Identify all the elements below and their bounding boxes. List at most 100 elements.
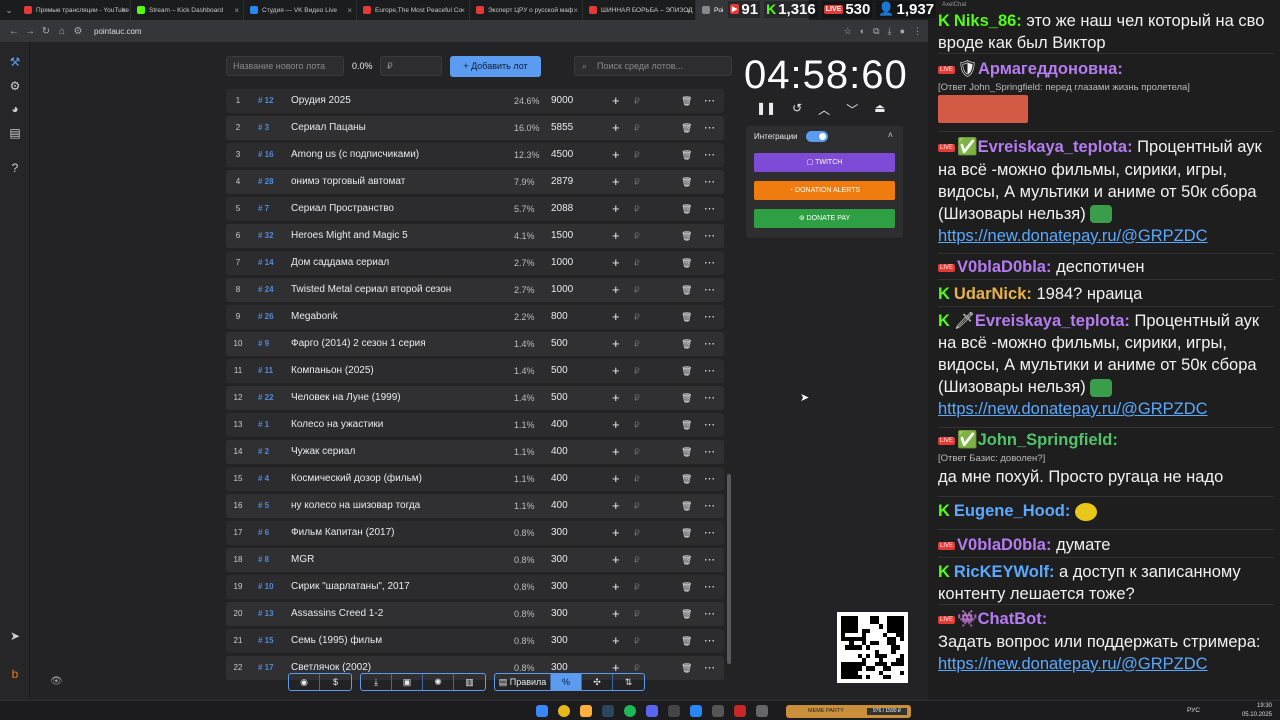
lot-name[interactable]: Космический дозор (фильм)	[291, 467, 496, 491]
profile-icon[interactable]: ●	[900, 26, 905, 37]
lot-name[interactable]: Сериал Пацаны	[291, 116, 496, 140]
amount-input[interactable]: ₽	[634, 305, 640, 329]
lot-row[interactable]: 20 # 13 Assassins Creed 1-2 0.8% 300 + ₽ 🗑 ⋯	[226, 602, 724, 626]
lot-row[interactable]: 18 # 8 MGR 0.8% 300 + ₽ 🗑 ⋯	[226, 548, 724, 572]
amount-input[interactable]: ₽	[634, 116, 640, 140]
rules-button[interactable]: ▤ Правила	[495, 674, 551, 690]
lot-amount[interactable]: 300	[551, 548, 568, 572]
percent-toggle[interactable]: %	[551, 674, 582, 690]
trash-icon[interactable]: 🗑	[681, 629, 692, 653]
eject-icon[interactable]: ⏏	[874, 101, 885, 118]
trash-icon[interactable]: 🗑	[681, 548, 692, 572]
close-icon[interactable]: ×	[460, 6, 465, 15]
amount-input[interactable]: ₽	[634, 521, 640, 545]
browser-tab[interactable]: Прямые трансляции - YouTube ×	[18, 0, 131, 20]
add-amount-icon[interactable]: +	[612, 170, 620, 194]
close-icon[interactable]: ×	[121, 6, 126, 15]
lot-amount[interactable]: 800	[551, 305, 568, 329]
twitch-button[interactable]: ▢ TWITCH	[754, 153, 895, 172]
lot-row[interactable]: 2 # 3 Сериал Пацаны 16.0% 5855 + ₽ 🗑 ⋯	[226, 116, 724, 140]
donate-icon[interactable]: $	[320, 674, 351, 690]
more-icon[interactable]: ⋯	[704, 224, 715, 248]
discord-icon[interactable]	[646, 705, 658, 717]
trash-icon[interactable]: 🗑	[681, 386, 692, 410]
trash-icon[interactable]: 🗑	[681, 656, 692, 680]
add-amount-icon[interactable]: +	[612, 548, 620, 572]
lot-row[interactable]: 6 # 32 Heroes Might and Magic 5 4.1% 1500 + ₽ 🗑…	[226, 224, 724, 248]
trash-icon[interactable]: 🗑	[681, 521, 692, 545]
amount-input[interactable]: ₽	[634, 575, 640, 599]
settings-icon[interactable]: ⚙	[7, 78, 23, 94]
add-amount-icon[interactable]: +	[612, 467, 620, 491]
lot-row[interactable]: 13 # 1 Колесо на ужастики 1.1% 400 + ₽ 🗑 ⋯	[226, 413, 724, 437]
add-amount-icon[interactable]: +	[612, 359, 620, 383]
amount-input[interactable]: ₽	[634, 440, 640, 464]
add-amount-icon[interactable]: +	[612, 116, 620, 140]
amount-input[interactable]: ₽	[634, 494, 640, 518]
help-icon[interactable]: ?	[7, 160, 23, 176]
amount-input[interactable]: ₽	[634, 386, 640, 410]
lot-name[interactable]: Twisted Metal сериал второй сезон	[291, 278, 496, 302]
trash-icon[interactable]: 🗑	[681, 413, 692, 437]
amount-input[interactable]: ₽	[634, 89, 640, 113]
amount-input[interactable]: ₽	[634, 548, 640, 572]
clock[interactable]: 19:30 05.10.2025	[1242, 702, 1272, 720]
lot-row[interactable]: 4 # 28 онимэ торговый автомат 7.9% 2879 + ₽ 🗑 ⋯	[226, 170, 724, 194]
lot-name[interactable]: Heroes Might and Magic 5	[291, 224, 496, 248]
more-icon[interactable]: ⋯	[704, 575, 715, 599]
trash-icon[interactable]: 🗑	[681, 251, 692, 275]
lot-amount[interactable]: 1500	[551, 224, 573, 248]
bug-icon[interactable]: ✺	[423, 674, 454, 690]
lot-amount[interactable]: 1000	[551, 251, 573, 275]
tab-search-icon[interactable]: ⌄	[0, 5, 18, 16]
clear-icon[interactable]: ▥	[454, 674, 485, 690]
lot-amount[interactable]: 4500	[551, 143, 573, 167]
more-icon[interactable]: ⋯	[704, 521, 715, 545]
lot-amount[interactable]: 1000	[551, 278, 573, 302]
add-amount-icon[interactable]: +	[612, 629, 620, 653]
lot-name[interactable]: Фарго (2014) 2 сезон 1 серия	[291, 332, 496, 356]
browser-tab[interactable]: Stream – Kick Dashboard ×	[131, 0, 244, 20]
trash-icon[interactable]: 🗑	[681, 278, 692, 302]
lot-name[interactable]: Сериал Пространство	[291, 197, 496, 221]
donate-pay-button[interactable]: ⊚ DONATE PAY	[754, 209, 895, 228]
lot-name[interactable]: Megabonk	[291, 305, 496, 329]
trash-icon[interactable]: 🗑	[681, 332, 692, 356]
telegram-icon[interactable]	[690, 705, 702, 717]
lot-row[interactable]: 16 # 5 ну колесо на шизовар тогда 1.1% 400 + ₽…	[226, 494, 724, 518]
steam-icon[interactable]	[602, 705, 614, 717]
obs-icon[interactable]	[668, 705, 680, 717]
browser-tab[interactable]: Эксперт ЦРУ о русской маф ×	[470, 0, 583, 20]
menu-icon[interactable]: ⋮	[913, 26, 922, 37]
app-icon[interactable]	[734, 705, 746, 717]
lot-amount[interactable]: 300	[551, 602, 568, 626]
lot-row[interactable]: 19 # 10 Сирик "шарлатаны", 2017 0.8% 300 + ₽ 🗑 ⋯	[226, 575, 724, 599]
amount-input[interactable]: ₽	[634, 197, 640, 221]
more-icon[interactable]: ⋯	[704, 656, 715, 680]
spotify-icon[interactable]	[624, 705, 636, 717]
add-amount-icon[interactable]: +	[612, 386, 620, 410]
integrations-toggle[interactable]	[806, 131, 828, 142]
more-icon[interactable]: ⋯	[704, 197, 715, 221]
trash-icon[interactable]: 🗑	[681, 89, 692, 113]
forward-icon[interactable]: →	[22, 26, 38, 37]
add-amount-icon[interactable]: +	[612, 575, 620, 599]
amount-input[interactable]: ₽	[634, 332, 640, 356]
trash-icon[interactable]: 🗑	[681, 602, 692, 626]
trash-icon[interactable]: 🗑	[681, 359, 692, 383]
add-amount-icon[interactable]: +	[612, 197, 620, 221]
close-icon[interactable]: ×	[234, 6, 239, 15]
lot-name[interactable]: Дом саддама сериал	[291, 251, 496, 275]
add-amount-icon[interactable]: +	[612, 251, 620, 275]
lot-amount[interactable]: 400	[551, 467, 568, 491]
close-icon[interactable]: ×	[573, 6, 578, 15]
home-icon[interactable]: ⌂	[54, 26, 70, 37]
amount-input[interactable]: ₽	[634, 224, 640, 248]
add-amount-icon[interactable]: +	[612, 89, 620, 113]
lot-row[interactable]: 21 # 15 Семь (1995) фильм 0.8% 300 + ₽ 🗑 ⋯	[226, 629, 724, 653]
lot-amount[interactable]: 500	[551, 359, 568, 383]
github-icon[interactable]: ◉	[289, 674, 320, 690]
lot-amount[interactable]: 300	[551, 521, 568, 545]
lot-row[interactable]: 3 # 16 Among us (с подписчиками) 12.3% 4500 +…	[226, 143, 724, 167]
telegram-icon[interactable]: ➤	[7, 628, 23, 644]
